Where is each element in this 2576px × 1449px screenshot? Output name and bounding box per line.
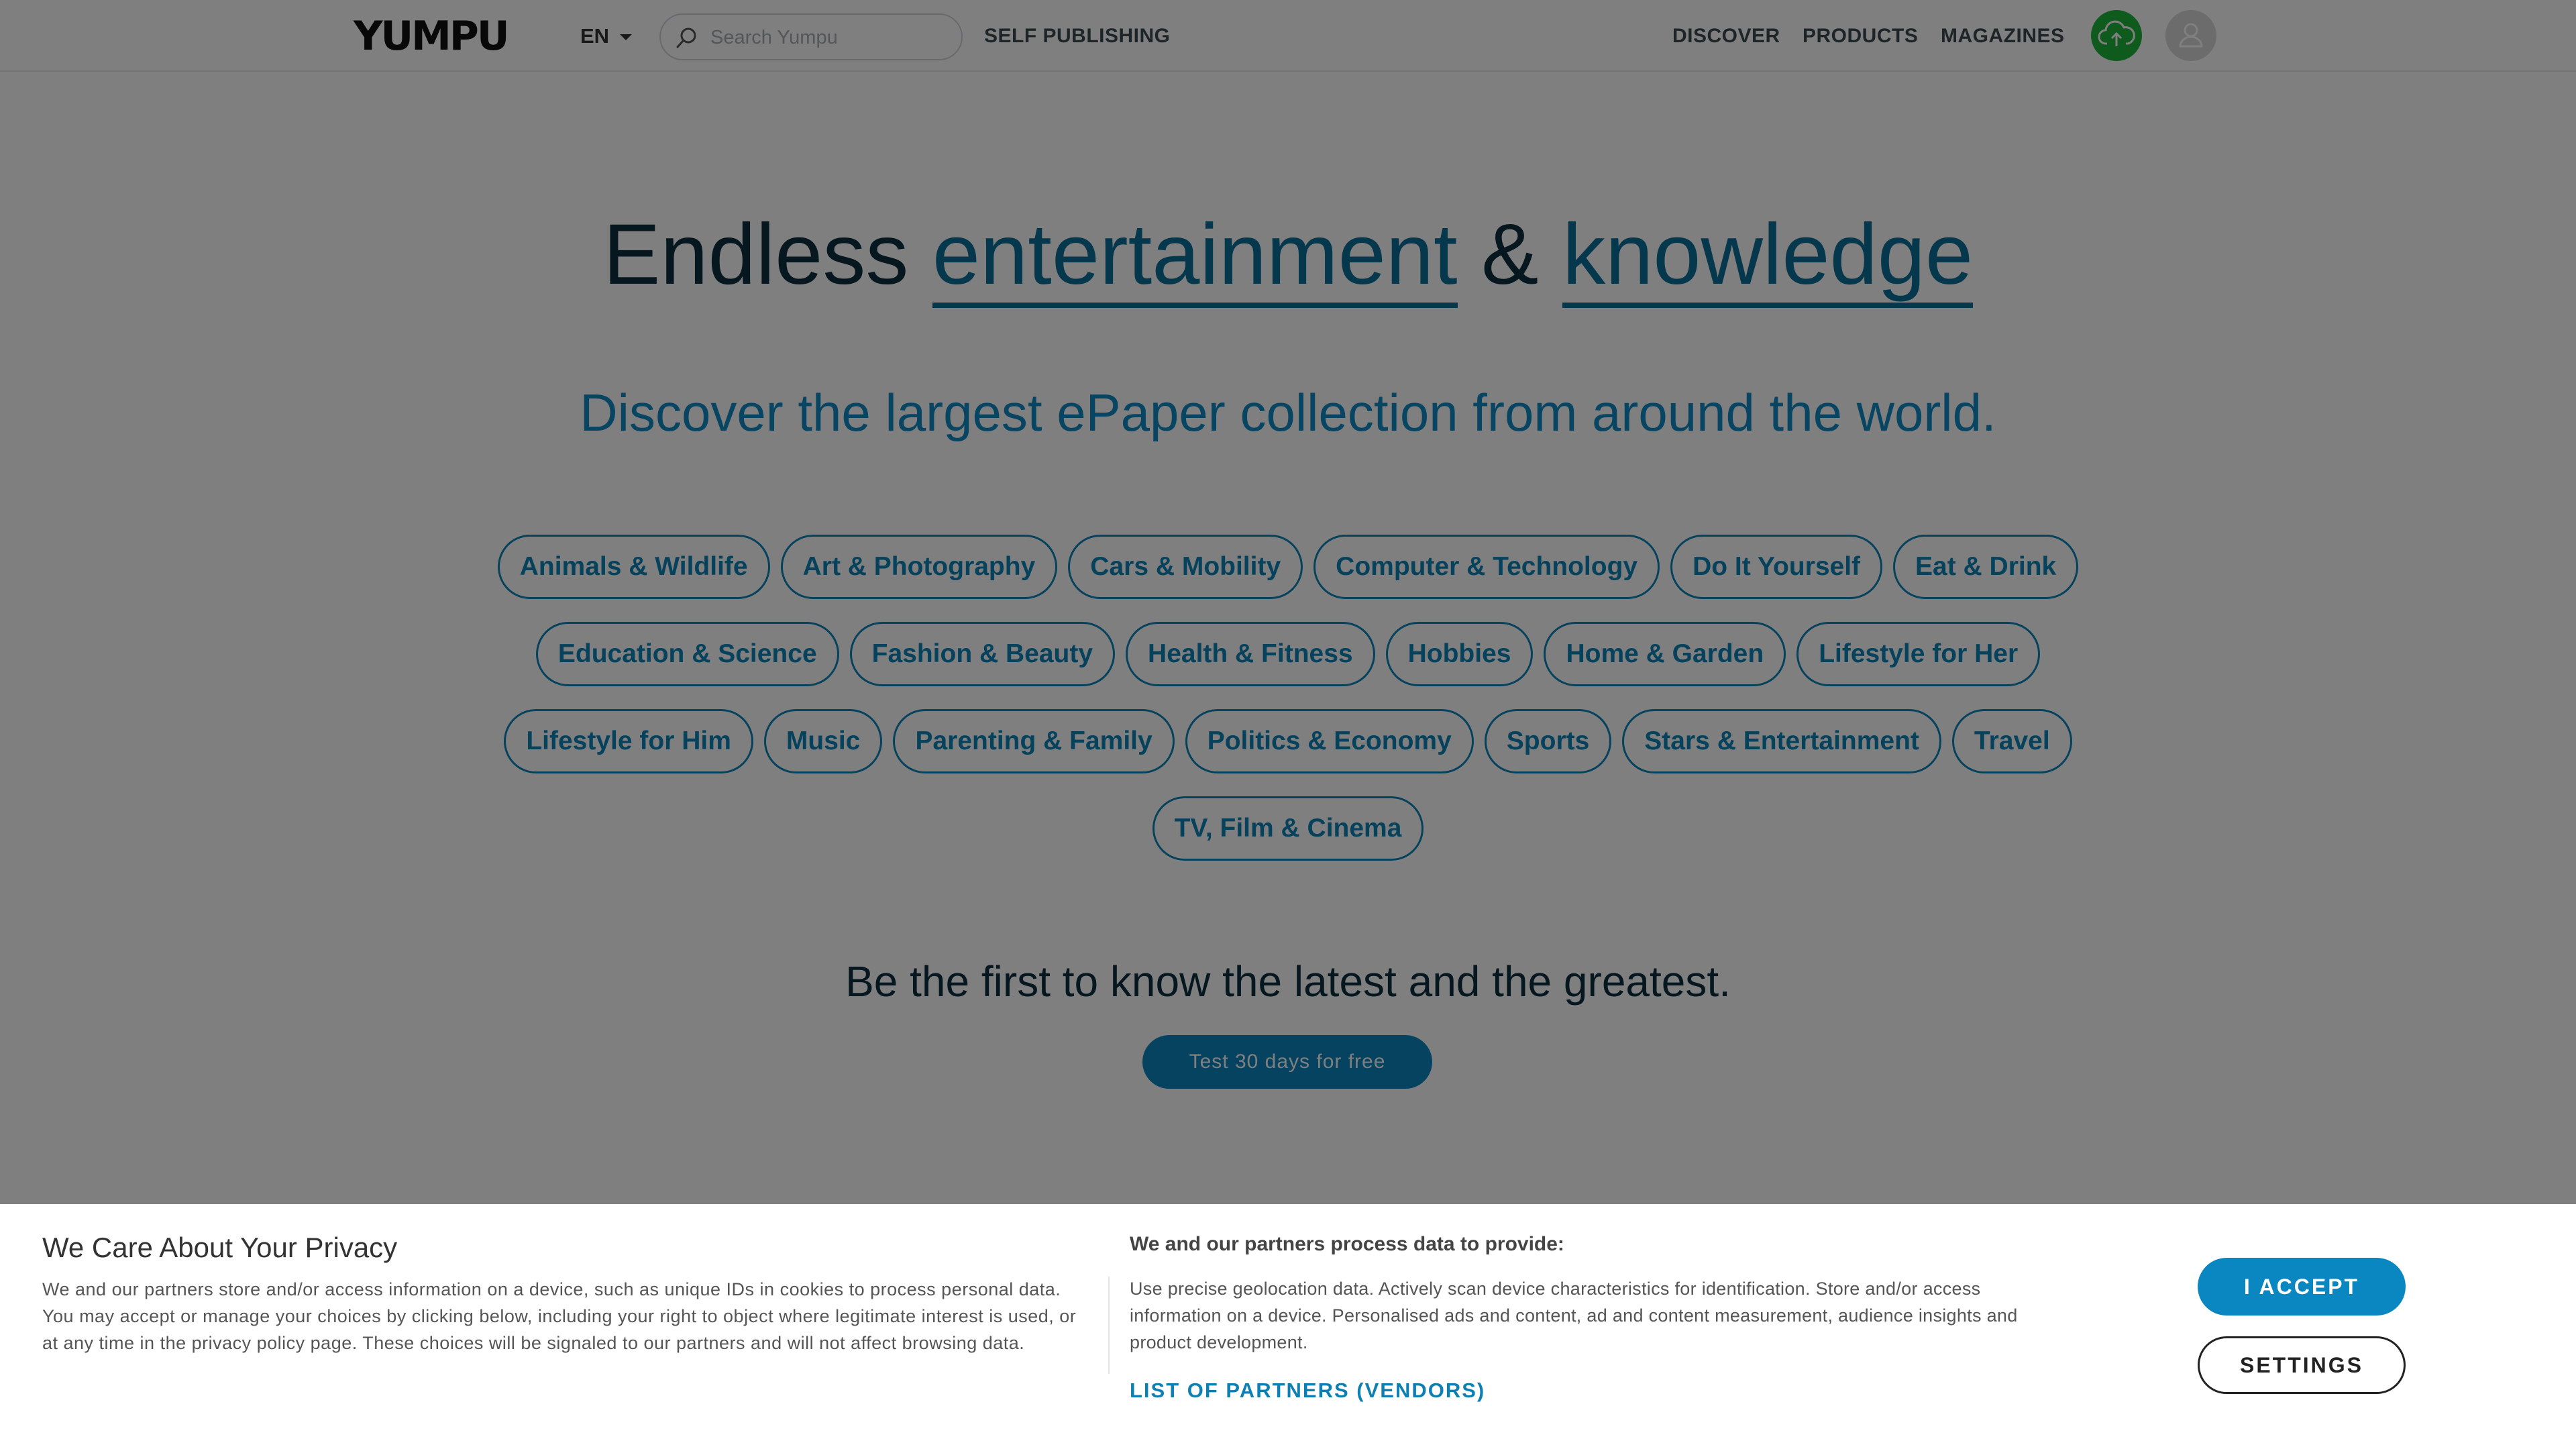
settings-button[interactable]: SETTINGS	[2198, 1336, 2406, 1394]
purposes-title: We and our partners process data to prov…	[1130, 1233, 1564, 1255]
privacy-title: We Care About Your Privacy	[42, 1232, 398, 1263]
purposes-description: Use precise geolocation data. Actively s…	[1130, 1279, 2018, 1352]
banner-divider	[1108, 1277, 1110, 1374]
privacy-consent-banner: We Care About Your Privacy We and our pa…	[0, 1204, 2576, 1449]
privacy-description: We and our partners store and/or access …	[42, 1279, 1077, 1353]
partners-list-link[interactable]: LIST OF PARTNERS (VENDORS)	[1130, 1377, 1485, 1404]
accept-button[interactable]: I ACCEPT	[2198, 1258, 2406, 1316]
